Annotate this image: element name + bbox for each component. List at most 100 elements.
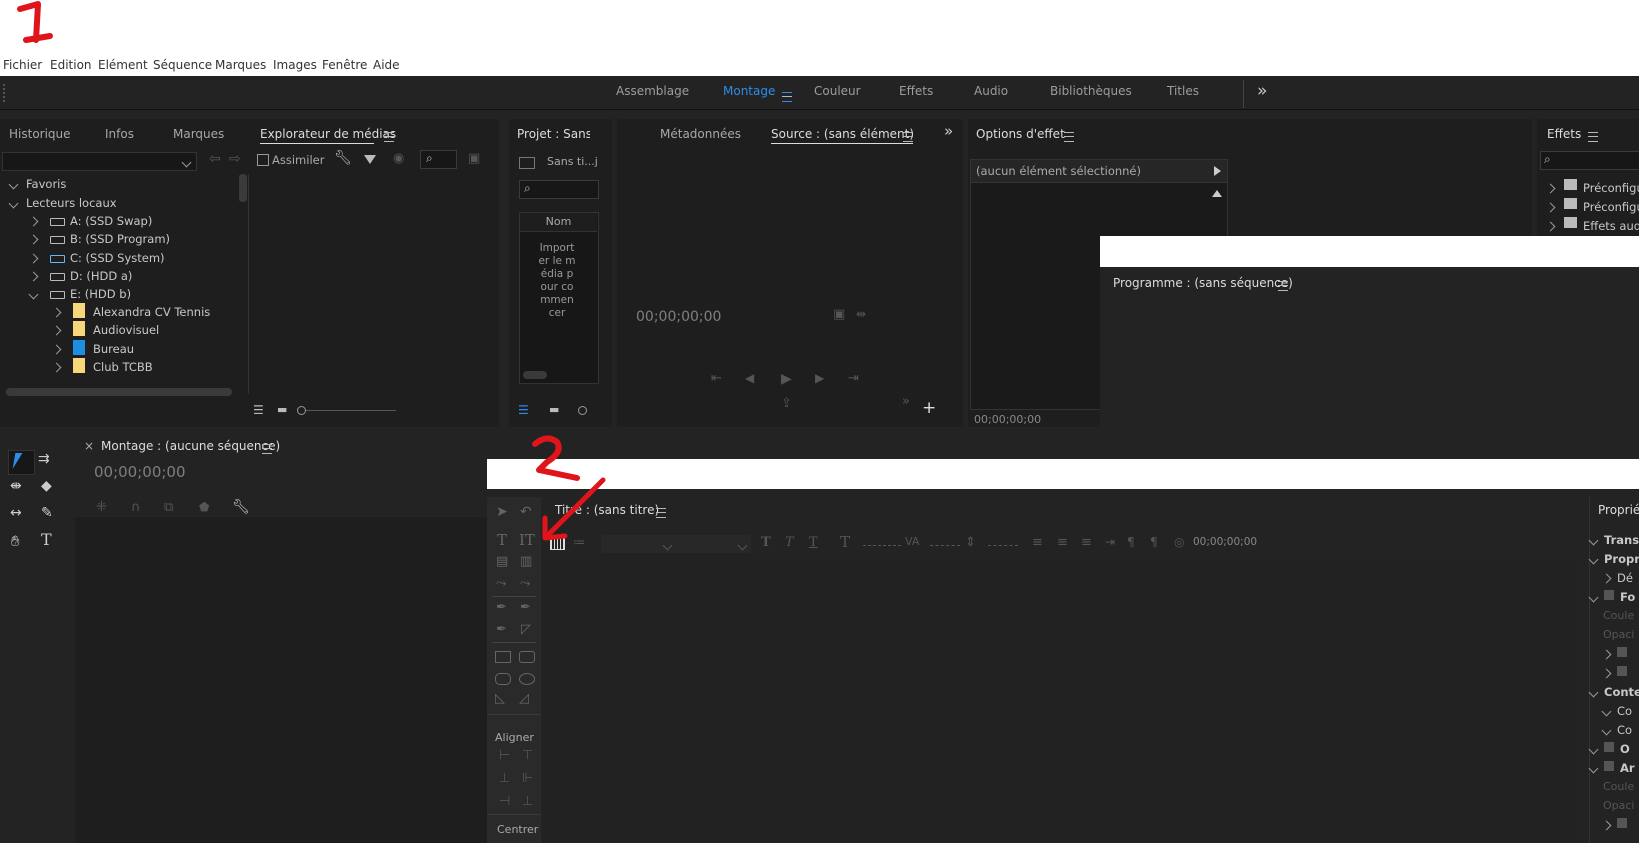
tree-item-folder-bureau[interactable]: Bureau — [51, 340, 233, 356]
workspace-menu-icon[interactable] — [782, 89, 792, 103]
hand-tool-icon[interactable]: ✋︎ — [11, 532, 20, 550]
workspace-grip[interactable] — [3, 84, 7, 102]
tab-infos[interactable]: Infos — [105, 127, 134, 155]
titler-vertical-path-type-icon[interactable]: ⤳ — [520, 576, 530, 591]
menu-fenetre[interactable]: Fenêtre — [322, 58, 367, 72]
panel-overflow-button[interactable]: » — [944, 122, 953, 140]
tree-item-drive-b[interactable]: B: (SSD Program) — [28, 232, 230, 246]
menu-element[interactable]: Elément — [98, 58, 148, 72]
mark-in-icon[interactable]: ⇤ — [711, 371, 722, 386]
align-vertical-center-icon[interactable]: ⊩ — [522, 771, 533, 786]
font-size-icon[interactable]: T — [840, 533, 850, 551]
paragraph-rtl-icon[interactable]: ¶ — [1150, 535, 1158, 549]
titler-delete-anchor-icon[interactable]: ✒ — [520, 600, 531, 615]
titler-wedge-icon[interactable]: ◺ — [495, 691, 505, 706]
checkbox-icon[interactable] — [1604, 742, 1614, 752]
snap-icon[interactable]: ∩ — [131, 500, 141, 515]
back-arrow-icon[interactable]: ⇦ — [209, 151, 221, 167]
zoom-slider-track[interactable] — [306, 410, 396, 411]
tree-item-drive-d[interactable]: D: (HDD a) — [28, 269, 230, 283]
timeline-settings-wrench-icon[interactable]: 🔧︎ — [232, 499, 250, 515]
menu-images[interactable]: Images — [273, 58, 317, 72]
effects-item-preset-1[interactable]: Préconfigu — [1545, 179, 1639, 195]
menu-edition[interactable]: Edition — [50, 58, 92, 72]
linked-selection-icon[interactable]: ⧉ — [164, 500, 173, 515]
tab-metadonnees[interactable]: Métadonnées — [660, 127, 741, 155]
titler-ellipse-icon[interactable] — [519, 673, 535, 685]
checkbox-icon[interactable] — [1617, 666, 1627, 676]
icon-view-icon[interactable]: ▬ — [277, 403, 287, 416]
effects-item-preset-2[interactable]: Préconfigu — [1545, 198, 1639, 214]
titler-type-icon[interactable]: T — [497, 531, 507, 549]
step-back-icon[interactable]: ◀ — [745, 371, 754, 385]
workspace-tab-effets[interactable]: Effets — [899, 84, 933, 108]
menu-aide[interactable]: Aide — [373, 58, 400, 72]
menu-fichier[interactable]: Fichier — [3, 58, 42, 72]
effect-options-menu-icon[interactable] — [1064, 129, 1074, 143]
tree-item-folder-club-tcbb[interactable]: Club TCBB — [51, 358, 233, 374]
zoom-slider-knob[interactable] — [297, 406, 306, 415]
tab-historique[interactable]: Historique — [9, 127, 71, 155]
workspace-tab-audio[interactable]: Audio — [974, 84, 1008, 108]
overflow-icon[interactable]: » — [902, 394, 910, 409]
ripple-edit-icon[interactable]: ⇼ — [10, 478, 22, 494]
kerning-icon[interactable]: VA — [905, 535, 919, 548]
timeline-menu-icon[interactable] — [262, 441, 272, 455]
properties-title[interactable]: Proprié — [1598, 503, 1639, 531]
show-background-video-icon[interactable]: ◎ — [1174, 535, 1184, 549]
underline-icon[interactable]: T — [809, 535, 818, 550]
titler-rectangle-icon[interactable] — [495, 651, 511, 663]
titler-pen-icon[interactable]: ✒ — [496, 600, 507, 615]
titler-rounded-rectangle-icon[interactable] — [519, 651, 535, 663]
mark-out-icon[interactable]: ⇥ — [848, 371, 859, 386]
prop-row-properties[interactable]: Propr — [1588, 552, 1639, 566]
tab-icon[interactable]: ⇥ — [1105, 535, 1115, 549]
tab-explorateur-medias[interactable]: Explorateur de médias — [260, 127, 396, 155]
timeline-close-button[interactable]: × — [84, 439, 94, 453]
source-timecode[interactable]: 00;00;00;00 — [636, 309, 721, 325]
align-center-icon[interactable]: ≡ — [1057, 535, 1068, 550]
nest-icon[interactable]: ⁜ — [96, 500, 107, 515]
checkbox-icon[interactable] — [1604, 590, 1614, 600]
project-panel-title[interactable]: Projet : Sans ti — [517, 127, 590, 155]
titler-selection-icon[interactable]: ➤ — [496, 504, 508, 520]
pen-tool-icon[interactable]: ✎ — [41, 505, 53, 521]
location-dropdown[interactable] — [2, 152, 197, 171]
tree-item-drive-e[interactable]: E: (HDD b) — [28, 287, 230, 301]
prop-row-bg-sheen[interactable] — [1601, 818, 1627, 832]
prop-row-texture[interactable] — [1601, 666, 1627, 680]
align-left-edges-icon[interactable]: ⊢ — [499, 748, 510, 763]
icon-view-icon[interactable]: ▬ — [549, 403, 559, 416]
effects-search-input[interactable] — [1540, 151, 1639, 170]
slip-tool-icon[interactable]: ↔ — [10, 505, 22, 521]
titler-canvas[interactable] — [542, 554, 1583, 843]
thumbnail-toggle-icon[interactable]: ▣ — [468, 151, 480, 166]
workspace-tab-montage[interactable]: Montage — [723, 84, 775, 108]
tree-item-folder-audiovisuel[interactable]: Audiovisuel — [51, 321, 233, 337]
prop-row-background[interactable]: Ar — [1588, 761, 1635, 775]
play-icon[interactable]: ▶ — [781, 371, 792, 387]
prop-row-transform[interactable]: Trans — [1588, 533, 1639, 547]
add-button-icon[interactable]: + — [922, 398, 936, 418]
align-left-icon[interactable]: ≡ — [1032, 535, 1043, 550]
italic-icon[interactable]: T — [785, 535, 794, 550]
list-view-icon[interactable]: ☰ — [518, 403, 529, 417]
menu-sequence[interactable]: Séquence — [153, 58, 212, 72]
checkbox-icon[interactable] — [1617, 818, 1627, 828]
zoom-slider-knob[interactable] — [578, 406, 587, 415]
source-menu-icon[interactable] — [903, 129, 913, 143]
column-header-nom[interactable]: Nom — [520, 213, 597, 232]
titler-vertical-area-type-icon[interactable]: ▥ — [520, 554, 532, 569]
wrench-icon[interactable]: 🔧︎ — [334, 150, 352, 166]
align-horizontal-center-icon[interactable]: ⊥ — [499, 771, 510, 786]
project-search-input[interactable] — [519, 180, 599, 199]
prop-row-sheen[interactable] — [1601, 647, 1627, 661]
titler-convert-anchor-icon[interactable]: ◸ — [521, 622, 531, 637]
prop-row-outer-stroke[interactable]: Co — [1601, 723, 1632, 737]
program-menu-icon[interactable] — [1278, 278, 1288, 292]
effects-item-audio-effects[interactable]: Effets audi — [1545, 217, 1639, 233]
leading-icon[interactable]: ⇕ — [965, 535, 976, 550]
workspace-tab-titles[interactable]: Titles — [1167, 84, 1199, 108]
effect-options-timecode[interactable]: 00;00;00;00 — [974, 413, 1041, 426]
media-browser-menu-icon[interactable] — [384, 129, 394, 143]
